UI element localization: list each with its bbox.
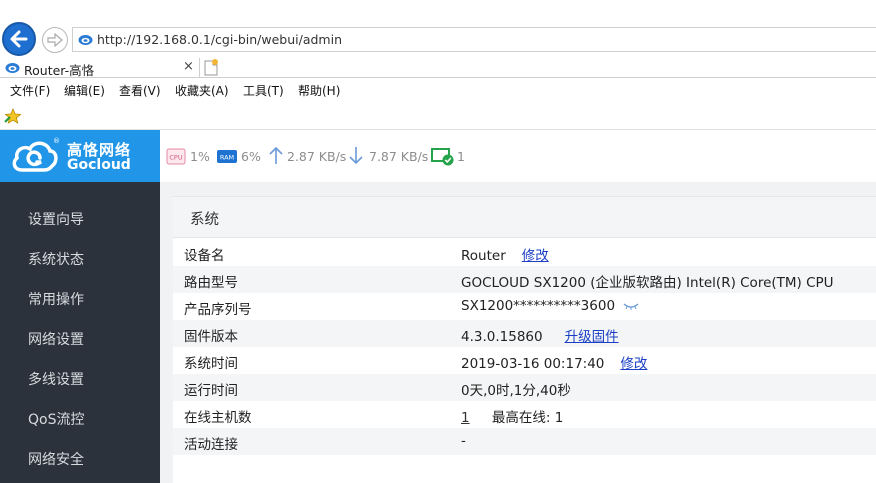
favorites-bar: [0, 102, 876, 130]
ram-icon: RAM: [217, 150, 237, 163]
sidebar-item-multiline-settings[interactable]: 多线设置: [0, 358, 160, 398]
new-tab-button[interactable]: [202, 58, 220, 77]
online-count: 1: [457, 149, 465, 164]
sidebar-item-network-settings[interactable]: 网络设置: [0, 318, 160, 358]
firmware-value: 4.3.0.15860: [461, 329, 543, 345]
sidebar-item-label: 系统状态: [28, 252, 84, 268]
online-host-icon: [431, 148, 454, 166]
eye-closed-icon[interactable]: [623, 302, 639, 310]
sidebar-item-common-operations[interactable]: 常用操作: [0, 278, 160, 318]
row-serial: 产品序列号 SX1200**********3600: [173, 293, 876, 320]
row-uptime: 运行时间 0天,0时,1分,40秒: [173, 374, 876, 401]
row-value: Router 修改: [461, 244, 549, 264]
row-device-name: 设备名 Router 修改: [173, 239, 876, 266]
row-label: 系统时间: [184, 356, 238, 372]
row-connections: 活动连接 -: [173, 428, 876, 455]
menu-tools[interactable]: 工具(T): [243, 82, 284, 99]
url-field[interactable]: http://192.168.0.1/cgi-bin/webui/admin: [72, 27, 876, 52]
sidebar-item-label: 网络安全: [28, 452, 84, 468]
menu-bar: 文件(F) 编辑(E) 查看(V) 收藏夹(A) 工具(T) 帮助(H): [0, 78, 876, 102]
system-time-value: 2019-03-16 00:17:40: [461, 356, 605, 372]
ram-usage: 6%: [241, 149, 261, 164]
menu-favorites[interactable]: 收藏夹(A): [175, 82, 229, 99]
row-label: 产品序列号: [184, 302, 252, 318]
row-value: 1 最高在线: 1: [461, 406, 563, 426]
sidebar-item-system-status[interactable]: 系统状态: [0, 238, 160, 278]
sidebar-item-label: QoS流控: [28, 412, 85, 428]
download-speed: 7.87 KB/s: [369, 149, 429, 164]
upload-arrow-icon: [269, 146, 283, 164]
online-hosts-link[interactable]: 1: [461, 410, 470, 426]
ram-badge: RAM: [220, 154, 234, 162]
row-label: 运行时间: [184, 383, 238, 399]
panel-header: 系统: [173, 196, 876, 238]
brand-logo[interactable]: ® 高恪网络 Gocloud: [0, 130, 160, 182]
model-value: GOCLOUD SX1200 (企业版软路由) Intel(R) Core(TM…: [461, 275, 834, 291]
address-bar-row: http://192.168.0.1/cgi-bin/webui/admin: [0, 20, 876, 58]
main-content: 系统 设备名 Router 修改 路由型号 GOCLOUD SX1200 (企业版…: [160, 182, 876, 483]
row-label: 固件版本: [184, 329, 238, 345]
sidebar-item-network-security[interactable]: 网络安全: [0, 438, 160, 478]
cpu-badge: CPU: [169, 154, 182, 162]
row-value: SX1200**********3600: [461, 298, 639, 314]
peak-online-value: 1: [554, 410, 564, 426]
registered-mark: ®: [53, 137, 60, 145]
row-value: 2019-03-16 00:17:40 修改: [461, 352, 647, 372]
sidebar-item-qos[interactable]: QoS流控: [0, 398, 160, 438]
row-label: 活动连接: [184, 437, 238, 453]
back-button[interactable]: [2, 22, 36, 56]
tab-strip: Router-高恪 ×: [0, 58, 876, 78]
cpu-icon: CPU: [166, 148, 186, 165]
cloud-logo-icon: [12, 141, 58, 172]
row-model: 路由型号 GOCLOUD SX1200 (企业版软路由) Intel(R) Co…: [173, 266, 876, 293]
edit-system-time-link[interactable]: 修改: [620, 356, 647, 372]
row-system-time: 系统时间 2019-03-16 00:17:40 修改: [173, 347, 876, 374]
row-value: 4.3.0.15860 升级固件: [461, 325, 619, 345]
cpu-usage: 1%: [190, 149, 210, 164]
sidebar-item-setup-wizard[interactable]: 设置向导: [0, 198, 160, 238]
sidebar-item-label: 网络设置: [28, 332, 84, 348]
menu-file[interactable]: 文件(F): [10, 82, 50, 99]
serial-value: SX1200**********3600: [461, 298, 616, 314]
row-firmware: 固件版本 4.3.0.15860 升级固件: [173, 320, 876, 347]
menu-edit[interactable]: 编辑(E): [64, 82, 105, 99]
edit-device-name-link[interactable]: 修改: [522, 248, 549, 264]
browser-tab[interactable]: Router-高恪 ×: [0, 58, 200, 78]
row-label: 路由型号: [184, 275, 238, 291]
favorites-star-icon[interactable]: [4, 108, 22, 125]
download-arrow-icon: [349, 147, 363, 165]
system-panel: 系统 设备名 Router 修改 路由型号 GOCLOUD SX1200 (企业版…: [173, 196, 876, 483]
menu-view[interactable]: 查看(V): [119, 82, 161, 99]
status-bar: CPU 1% RAM 6% 2.87 KB/s 7.87 KB/s 1: [160, 130, 876, 182]
close-icon[interactable]: ×: [183, 59, 194, 74]
row-label: 设备名: [184, 248, 225, 264]
page-icon: [5, 63, 20, 73]
connections-value: -: [461, 433, 466, 449]
new-tab-icon: [204, 59, 218, 76]
url-text: http://192.168.0.1/cgi-bin/webui/admin: [97, 32, 343, 47]
panel-title: 系统: [190, 212, 219, 228]
brand-name-en: Gocloud: [67, 157, 131, 173]
arrow-left-icon: [10, 30, 28, 48]
upload-speed: 2.87 KB/s: [287, 149, 347, 164]
uptime-value: 0天,0时,1分,40秒: [461, 383, 571, 399]
sidebar: 设置向导 系统状态 常用操作 网络设置 多线设置 QoS流控 网络安全: [0, 182, 160, 483]
menu-help[interactable]: 帮助(H): [298, 82, 340, 99]
forward-button[interactable]: [42, 27, 68, 53]
arrow-right-icon: [47, 33, 63, 47]
peak-online-label: 最高在线:: [491, 410, 551, 426]
page-icon: [78, 35, 93, 45]
row-online-hosts: 在线主机数 1 最高在线: 1: [173, 401, 876, 428]
sidebar-item-label: 设置向导: [28, 212, 84, 228]
upgrade-firmware-link[interactable]: 升级固件: [565, 329, 619, 345]
sidebar-item-label: 多线设置: [28, 372, 84, 388]
device-name-value: Router: [461, 248, 506, 264]
sidebar-item-label: 常用操作: [28, 292, 84, 308]
row-label: 在线主机数: [184, 410, 252, 426]
